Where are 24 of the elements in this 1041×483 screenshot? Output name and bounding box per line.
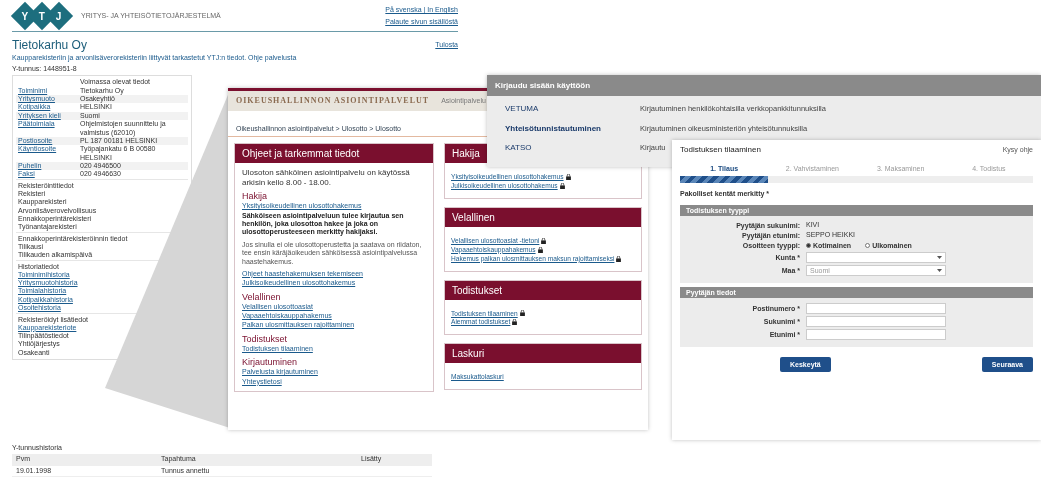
brand-title: OIKEUSHALLINNON ASIOINTIPALVELUT bbox=[236, 96, 430, 106]
input-field[interactable] bbox=[806, 329, 946, 341]
card-title: Velallinen bbox=[445, 207, 641, 227]
panel-title: Kirjaudu sisään käyttöön bbox=[487, 75, 1041, 96]
page-title: Tietokarhu Oy bbox=[12, 38, 87, 53]
card-title: Laskuri bbox=[445, 344, 641, 364]
radio-button[interactable] bbox=[865, 243, 871, 249]
lead-text: Ulosoton sähköinen asiointipalvelu on käytössä arkisin kello 8.00 - 18.00. bbox=[242, 168, 411, 188]
input-field[interactable] bbox=[806, 303, 946, 315]
section-heading: Kirjautuminen bbox=[242, 357, 299, 368]
caret-icon bbox=[937, 269, 942, 273]
section-heading: Velallinen bbox=[242, 291, 282, 302]
section-heading: Todistukset bbox=[242, 333, 289, 344]
login-method-link[interactable]: VETUMA bbox=[505, 104, 640, 114]
card-title: Ohjeet ja tarkemmat tiedot bbox=[235, 144, 433, 163]
input-field[interactable] bbox=[806, 316, 946, 328]
login-method-link[interactable]: KATSO bbox=[505, 143, 640, 153]
radio-button[interactable] bbox=[806, 243, 811, 249]
form-title: Todistuksen tilaaminen bbox=[680, 145, 761, 155]
login-method-link[interactable]: Yhteisötunnistautuminen bbox=[505, 123, 640, 134]
section-heading: Hakija bbox=[242, 191, 268, 202]
caret-icon bbox=[937, 256, 942, 260]
card-title: Todistukset bbox=[445, 280, 641, 300]
select-field[interactable] bbox=[806, 252, 946, 264]
